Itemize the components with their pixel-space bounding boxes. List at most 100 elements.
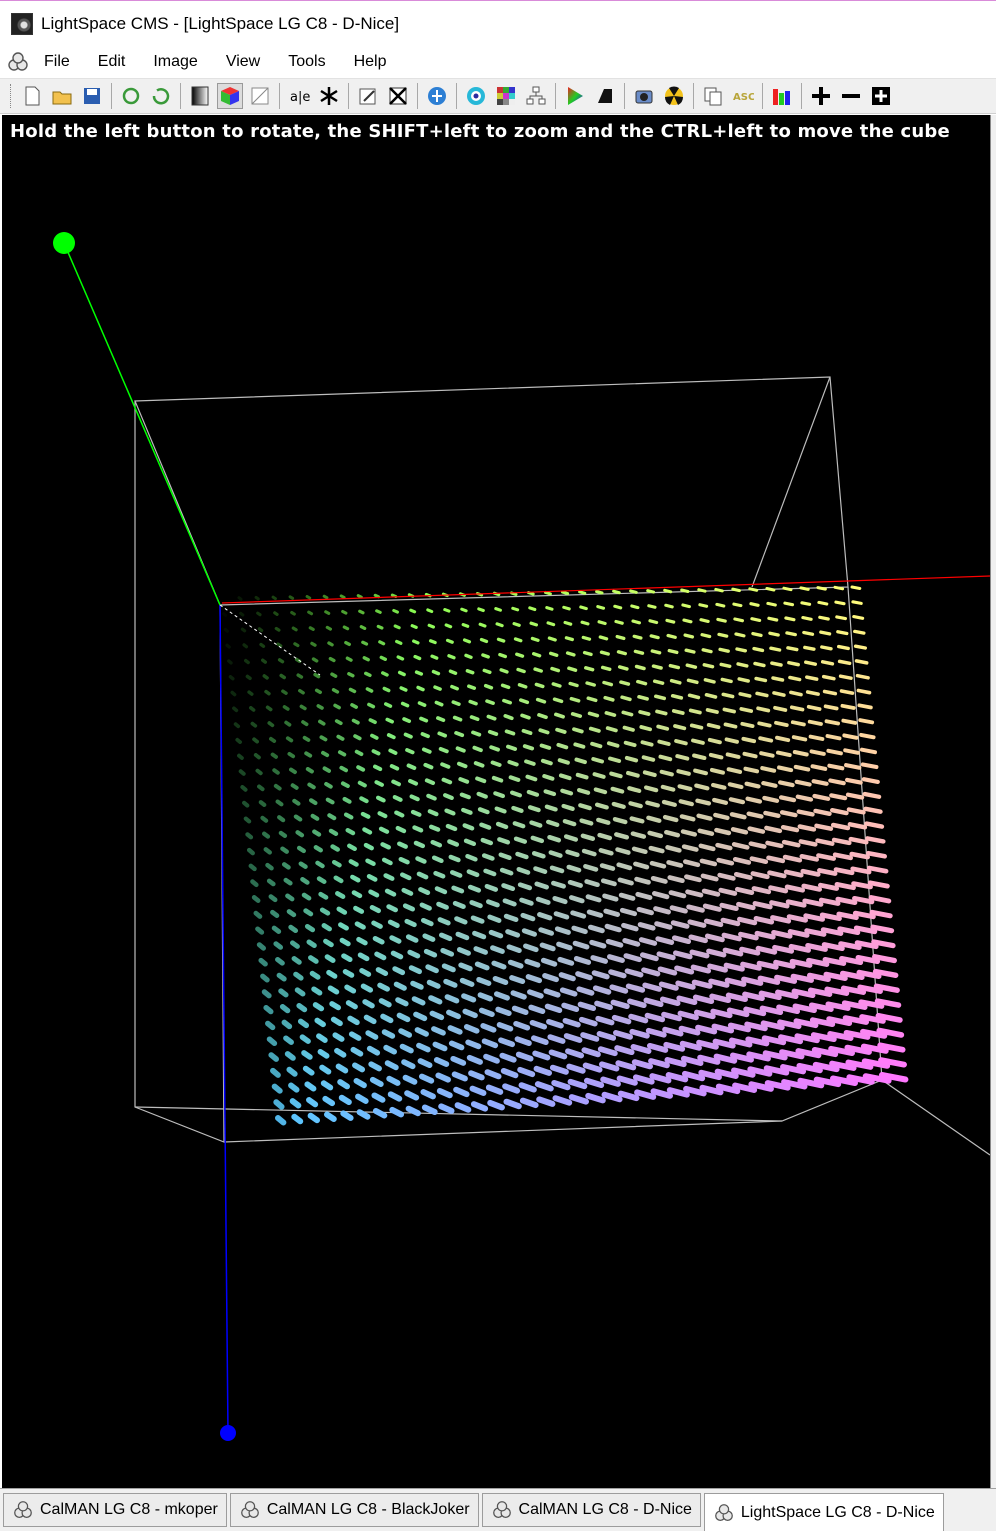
play-triangle-icon[interactable] — [562, 83, 588, 109]
text-tool-icon[interactable]: a|e — [286, 83, 312, 109]
color-point — [702, 663, 715, 669]
color-point — [243, 658, 250, 665]
tab-calman-blackjoker[interactable]: CalMAN LG C8 - BlackJoker — [229, 1493, 479, 1527]
color-point — [327, 641, 334, 647]
color-point — [800, 868, 821, 877]
color-point — [768, 631, 780, 637]
color-point — [833, 585, 845, 591]
color-point — [609, 771, 623, 779]
color-point — [398, 1028, 413, 1038]
menu-tools[interactable]: Tools — [274, 53, 339, 71]
color-point — [846, 807, 866, 815]
color-point — [665, 845, 682, 853]
color-point — [594, 1000, 613, 1011]
color-point — [580, 833, 596, 841]
color-cube-icon[interactable] — [217, 83, 243, 109]
target-icon[interactable] — [463, 83, 489, 109]
plus-icon[interactable] — [808, 83, 834, 109]
cross-grid-icon[interactable] — [385, 83, 411, 109]
color-point — [629, 1028, 650, 1039]
asterisk-icon[interactable] — [316, 83, 342, 109]
color-point — [754, 676, 768, 683]
menu-image[interactable]: Image — [139, 53, 211, 71]
black-shape-icon[interactable] — [592, 83, 618, 109]
color-point — [332, 1032, 345, 1042]
color-point — [722, 947, 744, 957]
gradient-strip-icon[interactable] — [187, 83, 213, 109]
color-point — [357, 952, 370, 962]
network-icon[interactable] — [523, 83, 549, 109]
color-point — [805, 690, 820, 696]
color-point — [285, 736, 294, 743]
tab-lightspace-dnice[interactable]: LightSpace LG C8 - D-Nice — [703, 1493, 944, 1531]
color-point — [342, 796, 352, 804]
tab-calman-dnice[interactable]: CalMAN LG C8 - D-Nice — [481, 1493, 701, 1527]
color-point — [515, 1051, 534, 1062]
toolbar-grip[interactable] — [10, 84, 13, 108]
new-file-icon[interactable] — [19, 83, 45, 109]
document-icon[interactable] — [6, 50, 30, 74]
color-point — [615, 1060, 637, 1071]
color-point — [618, 892, 636, 901]
color-point — [722, 707, 736, 714]
minus-icon[interactable] — [838, 83, 864, 109]
color-point — [313, 845, 323, 853]
expand-icon[interactable] — [868, 83, 894, 109]
menu-help[interactable]: Help — [340, 53, 401, 71]
color-point — [669, 678, 682, 685]
color-point — [370, 733, 379, 740]
camera-icon[interactable] — [631, 83, 657, 109]
asc-label-icon[interactable]: ASC — [730, 83, 756, 109]
color-cube-canvas[interactable] — [2, 115, 990, 1488]
globe-icon[interactable] — [424, 83, 450, 109]
color-point — [421, 747, 432, 754]
color-point — [804, 660, 818, 666]
color-point — [619, 907, 638, 917]
color-point — [787, 929, 810, 938]
color-point — [546, 621, 556, 627]
color-point — [490, 760, 502, 767]
open-folder-icon[interactable] — [49, 83, 75, 109]
menu-file[interactable]: File — [40, 53, 84, 71]
copy-pages-icon[interactable] — [700, 83, 726, 109]
color-point — [725, 752, 741, 759]
color-point — [575, 971, 593, 981]
refresh-alt-icon[interactable] — [148, 83, 174, 109]
color-point — [617, 1090, 640, 1102]
color-point — [815, 838, 835, 846]
color-checker-icon[interactable] — [493, 83, 519, 109]
menu-view[interactable]: View — [212, 53, 274, 71]
color-point — [742, 751, 758, 759]
menu-edit[interactable]: Edit — [84, 53, 140, 71]
save-disk-icon[interactable] — [79, 83, 105, 109]
color-point — [440, 947, 455, 957]
color-point — [374, 951, 387, 961]
color-point — [245, 832, 254, 840]
color-point — [369, 1076, 384, 1087]
color-point — [481, 1038, 499, 1049]
color-point — [329, 1001, 341, 1011]
tab-calman-mkoper[interactable]: CalMAN LG C8 - mkoper — [3, 1493, 227, 1527]
cube-viewport[interactable]: Hold the left button to rotate, the SHIF… — [2, 115, 990, 1488]
color-point — [246, 847, 255, 856]
edit-pencil-icon[interactable] — [355, 83, 381, 109]
color-point — [284, 1051, 296, 1061]
color-point — [542, 774, 555, 781]
blank-panel-icon[interactable] — [247, 83, 273, 109]
rgb-bars-icon[interactable] — [769, 83, 795, 109]
color-point — [819, 630, 832, 636]
color-point — [542, 973, 559, 983]
refresh-icon[interactable] — [118, 83, 144, 109]
color-point — [591, 757, 604, 764]
color-point — [750, 871, 770, 880]
color-point — [356, 1109, 371, 1120]
color-point — [634, 664, 646, 671]
radiation-icon[interactable] — [661, 83, 687, 109]
color-point — [681, 844, 699, 852]
color-point — [495, 1006, 512, 1017]
color-point — [359, 967, 372, 977]
color-point — [656, 951, 676, 961]
color-point — [437, 917, 451, 926]
color-point — [770, 915, 792, 924]
color-point — [844, 763, 862, 770]
